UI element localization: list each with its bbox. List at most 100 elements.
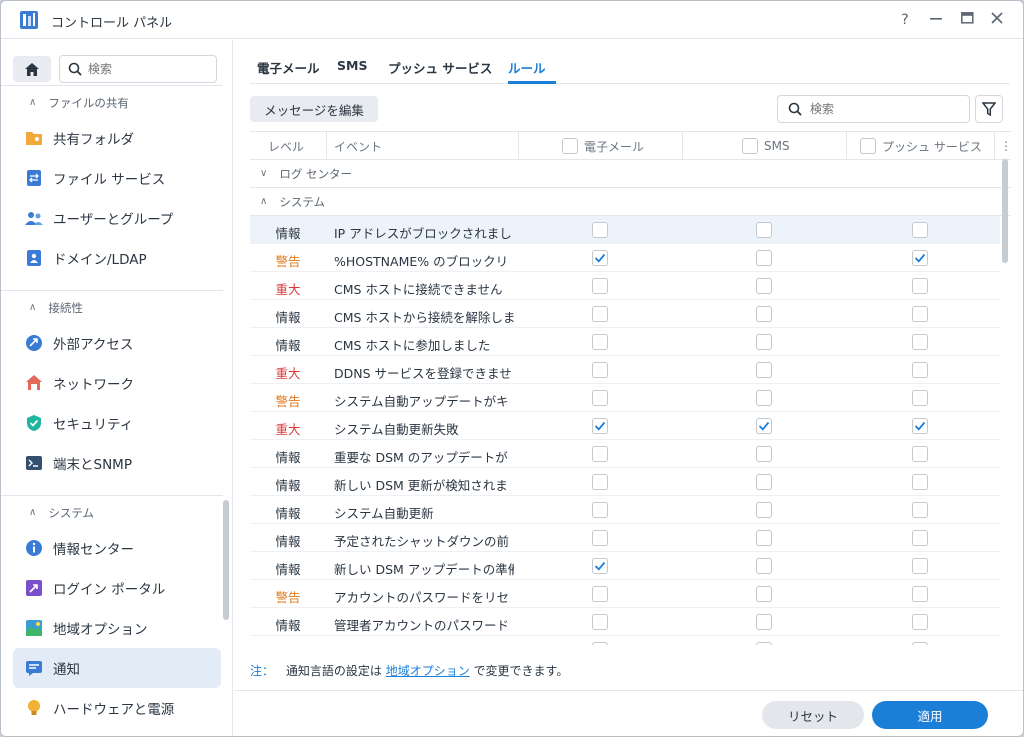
sidebar-item-terminal-snmp[interactable]: 端末とSNMP [13, 443, 221, 483]
table-row[interactable]: 重大 CMS ホストに接続できません [250, 272, 1000, 300]
sidebar-item-hardware-power[interactable]: ハードウェアと電源 [13, 688, 221, 728]
sms-checkbox[interactable] [756, 502, 772, 518]
column-header-level[interactable]: レベル [268, 132, 304, 160]
table-row[interactable]: 情報 管理者アカウントのパスワード [250, 608, 1000, 636]
push-checkbox[interactable] [912, 558, 928, 574]
email-checkbox[interactable] [592, 334, 608, 350]
sidebar-item-users-groups[interactable]: ユーザーとグループ [13, 198, 221, 238]
sidebar-item-domain-ldap[interactable]: ドメイン/LDAP [13, 238, 221, 278]
tab-rules[interactable]: ルール [508, 58, 546, 77]
sms-checkbox[interactable] [756, 558, 772, 574]
column-header-email[interactable]: 電子メール [562, 132, 644, 160]
table-row[interactable]: 情報 CMS ホストから接続を解除しま [250, 300, 1000, 328]
tab-push-service[interactable]: プッシュ サービス [388, 58, 492, 77]
table-row[interactable]: 重大 DDNS サービスを登録できませ [250, 356, 1000, 384]
sidebar-item-external-access[interactable]: 外部アクセス [13, 323, 221, 363]
regional-options-link[interactable]: 地域オプション [386, 664, 470, 678]
email-checkbox[interactable] [592, 558, 608, 574]
tab-email[interactable]: 電子メール [257, 58, 320, 77]
push-checkbox[interactable] [912, 446, 928, 462]
email-checkbox[interactable] [592, 278, 608, 294]
email-checkbox[interactable] [592, 474, 608, 490]
reset-button[interactable]: リセット [762, 701, 864, 729]
table-row[interactable]: 情報 新しい DSM アップデートの準備 [250, 552, 1000, 580]
push-checkbox[interactable] [912, 222, 928, 238]
select-all-push-checkbox[interactable] [860, 138, 876, 154]
select-all-email-checkbox[interactable] [562, 138, 578, 154]
email-checkbox[interactable] [592, 390, 608, 406]
column-header-sms[interactable]: SMS [742, 132, 790, 160]
table-row[interactable]: 情報 CMS ホストに参加しました [250, 328, 1000, 356]
email-checkbox[interactable] [592, 586, 608, 602]
filter-button[interactable] [975, 95, 1003, 123]
email-checkbox[interactable] [592, 250, 608, 266]
table-row[interactable]: 警告 ファイアウォールが無効にな [250, 636, 1000, 645]
help-button[interactable]: ? [896, 11, 914, 29]
push-checkbox[interactable] [912, 530, 928, 546]
sidebar-item-login-portal[interactable]: ログイン ポータル [13, 568, 221, 608]
email-checkbox[interactable] [592, 362, 608, 378]
email-checkbox[interactable] [592, 418, 608, 434]
column-header-event[interactable]: イベント [334, 132, 382, 160]
sidebar-search[interactable] [59, 55, 217, 83]
sms-checkbox[interactable] [756, 278, 772, 294]
table-row[interactable]: 警告 システム自動アップデートがキ [250, 384, 1000, 412]
table-row[interactable]: 情報 予定されたシャットダウンの前 [250, 524, 1000, 552]
email-checkbox[interactable] [592, 446, 608, 462]
sms-checkbox[interactable] [756, 334, 772, 350]
table-row[interactable]: 情報 IP アドレスがブロックされまし [250, 216, 1000, 244]
table-scrollbar[interactable] [1002, 159, 1008, 263]
sms-checkbox[interactable] [756, 446, 772, 462]
close-button[interactable] [988, 11, 1006, 29]
sms-checkbox[interactable] [756, 642, 772, 645]
tab-sms[interactable]: SMS [337, 58, 367, 73]
apply-button[interactable]: 適用 [872, 701, 988, 729]
table-row[interactable]: 重大 システム自動更新失敗 [250, 412, 1000, 440]
email-checkbox[interactable] [592, 222, 608, 238]
push-checkbox[interactable] [912, 390, 928, 406]
sidebar-search-input[interactable] [88, 62, 198, 76]
column-menu-icon[interactable]: ⋮ [1000, 132, 1011, 160]
maximize-button[interactable] [958, 11, 976, 29]
sidebar-item-notification[interactable]: 通知 [13, 648, 221, 688]
rules-search[interactable] [777, 95, 970, 123]
push-checkbox[interactable] [912, 474, 928, 490]
home-button[interactable] [13, 56, 51, 82]
table-row[interactable]: 警告 アカウントのパスワードをリセ [250, 580, 1000, 608]
sidebar-item-shared-folder[interactable]: 共有フォルダ [13, 118, 221, 158]
email-checkbox[interactable] [592, 306, 608, 322]
email-checkbox[interactable] [592, 642, 608, 645]
sms-checkbox[interactable] [756, 614, 772, 630]
push-checkbox[interactable] [912, 362, 928, 378]
push-checkbox[interactable] [912, 250, 928, 266]
select-all-sms-checkbox[interactable] [742, 138, 758, 154]
push-checkbox[interactable] [912, 642, 928, 645]
sms-checkbox[interactable] [756, 418, 772, 434]
sidebar-item-regional-options[interactable]: 地域オプション [13, 608, 221, 648]
push-checkbox[interactable] [912, 586, 928, 602]
edit-message-button[interactable]: メッセージを編集 [250, 96, 378, 122]
email-checkbox[interactable] [592, 530, 608, 546]
category-row-system[interactable]: ∧ システム [250, 188, 1011, 216]
group-header-connectivity[interactable]: ∧ 接続性 [1, 290, 223, 324]
push-checkbox[interactable] [912, 418, 928, 434]
sidebar-item-network[interactable]: ネットワーク [13, 363, 221, 403]
sms-checkbox[interactable] [756, 586, 772, 602]
sms-checkbox[interactable] [756, 474, 772, 490]
column-header-push[interactable]: プッシュ サービス [860, 132, 982, 160]
minimize-button[interactable] [927, 11, 945, 29]
push-checkbox[interactable] [912, 614, 928, 630]
email-checkbox[interactable] [592, 502, 608, 518]
sidebar-scrollbar[interactable] [223, 500, 229, 620]
push-checkbox[interactable] [912, 334, 928, 350]
table-row[interactable]: 情報 重要な DSM のアップデートが [250, 440, 1000, 468]
group-header-system[interactable]: ∧ システム [1, 495, 223, 529]
sms-checkbox[interactable] [756, 222, 772, 238]
rules-search-input[interactable] [810, 102, 950, 116]
table-row[interactable]: 情報 システム自動更新 [250, 496, 1000, 524]
sms-checkbox[interactable] [756, 530, 772, 546]
category-row-log-center[interactable]: ∨ ログ センター [250, 160, 1011, 188]
sms-checkbox[interactable] [756, 306, 772, 322]
sidebar-item-security[interactable]: セキュリティ [13, 403, 221, 443]
sidebar-item-info-center[interactable]: 情報センター [13, 528, 221, 568]
